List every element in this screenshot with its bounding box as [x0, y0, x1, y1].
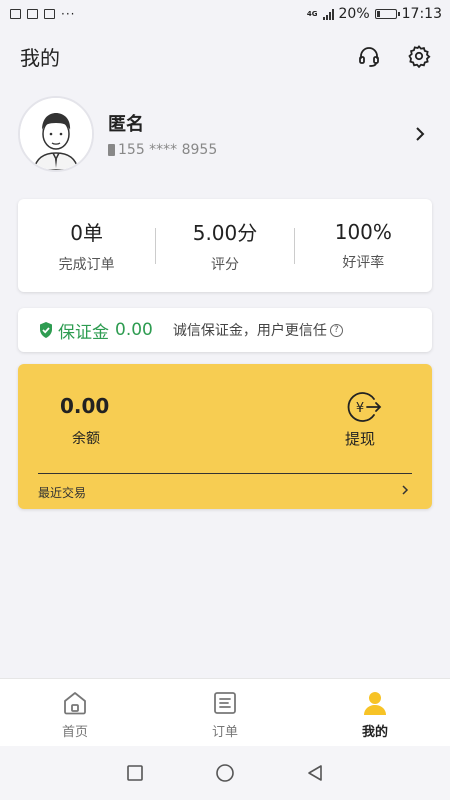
status-bar: ··· 4G 20% 17:13	[0, 0, 450, 28]
user-name: 匿名	[108, 114, 144, 135]
header-actions	[356, 43, 432, 69]
stat-label: 评分	[210, 257, 239, 273]
battery-icon	[374, 9, 400, 19]
chevron-right-icon[interactable]	[410, 124, 430, 144]
back-icon[interactable]	[304, 762, 326, 784]
stat-completed-orders[interactable]: 0单 完成订单	[18, 217, 155, 274]
home-button-icon[interactable]	[214, 762, 236, 784]
recent-transactions-link[interactable]: 最近交易	[38, 484, 86, 501]
page-title: 我的	[20, 45, 60, 70]
phone-number: 155 **** 8955	[118, 142, 218, 158]
shield-check-icon	[38, 321, 54, 339]
stat-positive-rate[interactable]: 100% 好评率	[295, 220, 432, 272]
nav-home[interactable]: 首页	[0, 679, 150, 746]
message-icon	[10, 9, 21, 19]
image-icon	[27, 9, 38, 19]
stat-rating[interactable]: 5.00分 评分	[156, 217, 293, 274]
network-type: 4G	[306, 9, 318, 18]
calendar-icon	[44, 9, 55, 19]
withdraw-icon[interactable]: ¥	[341, 391, 383, 423]
bottom-nav: 首页 订单 我的	[0, 678, 450, 746]
clock: 17:13	[401, 6, 442, 22]
stats-card: 0单 完成订单 5.00分 评分 100% 好评率	[18, 199, 432, 292]
balance-amount: 0.00	[60, 394, 110, 418]
stat-label: 好评率	[342, 254, 385, 271]
divider	[38, 473, 412, 474]
stat-value: 5.00分	[192, 221, 258, 245]
headset-icon[interactable]	[356, 43, 382, 69]
orders-icon	[211, 689, 239, 717]
stat-label: 完成订单	[58, 257, 115, 273]
profile-info: 匿名 155 **** 8955	[108, 110, 410, 158]
signal-icon	[322, 8, 334, 20]
profile-icon	[361, 689, 389, 717]
battery-percent: 20%	[338, 6, 370, 22]
nav-profile[interactable]: 我的	[300, 679, 450, 746]
withdraw-button[interactable]: 提现	[345, 428, 375, 449]
balance-card: 0.00 余额 ¥ 提现 最近交易	[18, 364, 432, 509]
nav-label: 首页	[61, 725, 88, 740]
home-icon	[61, 689, 89, 717]
stat-value: 100%	[334, 219, 392, 244]
stat-value: 0单	[70, 221, 104, 245]
phone-row: 155 **** 8955	[108, 142, 410, 158]
nav-orders[interactable]: 订单	[150, 679, 300, 746]
deposit-description: 诚信保证金，用户更信任	[172, 323, 327, 339]
deposit-label: 保证金	[58, 322, 109, 343]
nav-label: 我的	[361, 725, 388, 740]
more-notifications-icon: ···	[61, 7, 76, 21]
phone-icon	[108, 144, 115, 156]
deposit-amount: 0.00	[115, 320, 153, 340]
chevron-right-icon[interactable]	[400, 482, 412, 498]
help-icon[interactable]: ?	[329, 323, 343, 337]
profile-row[interactable]: 匿名 155 **** 8955	[0, 96, 450, 172]
status-left: ···	[10, 7, 75, 21]
page-header: 我的	[0, 36, 450, 76]
balance-label: 余额	[72, 431, 100, 447]
recent-apps-icon[interactable]	[124, 762, 146, 784]
status-right: 4G 20% 17:13	[307, 6, 442, 22]
nav-label: 订单	[211, 725, 238, 740]
yuan-symbol: ¥	[356, 401, 364, 416]
system-nav-bar	[0, 746, 450, 800]
gear-icon[interactable]	[406, 43, 432, 69]
deposit-card[interactable]: 保证金 0.00 诚信保证金，用户更信任 ?	[18, 308, 432, 352]
avatar[interactable]	[18, 96, 94, 172]
